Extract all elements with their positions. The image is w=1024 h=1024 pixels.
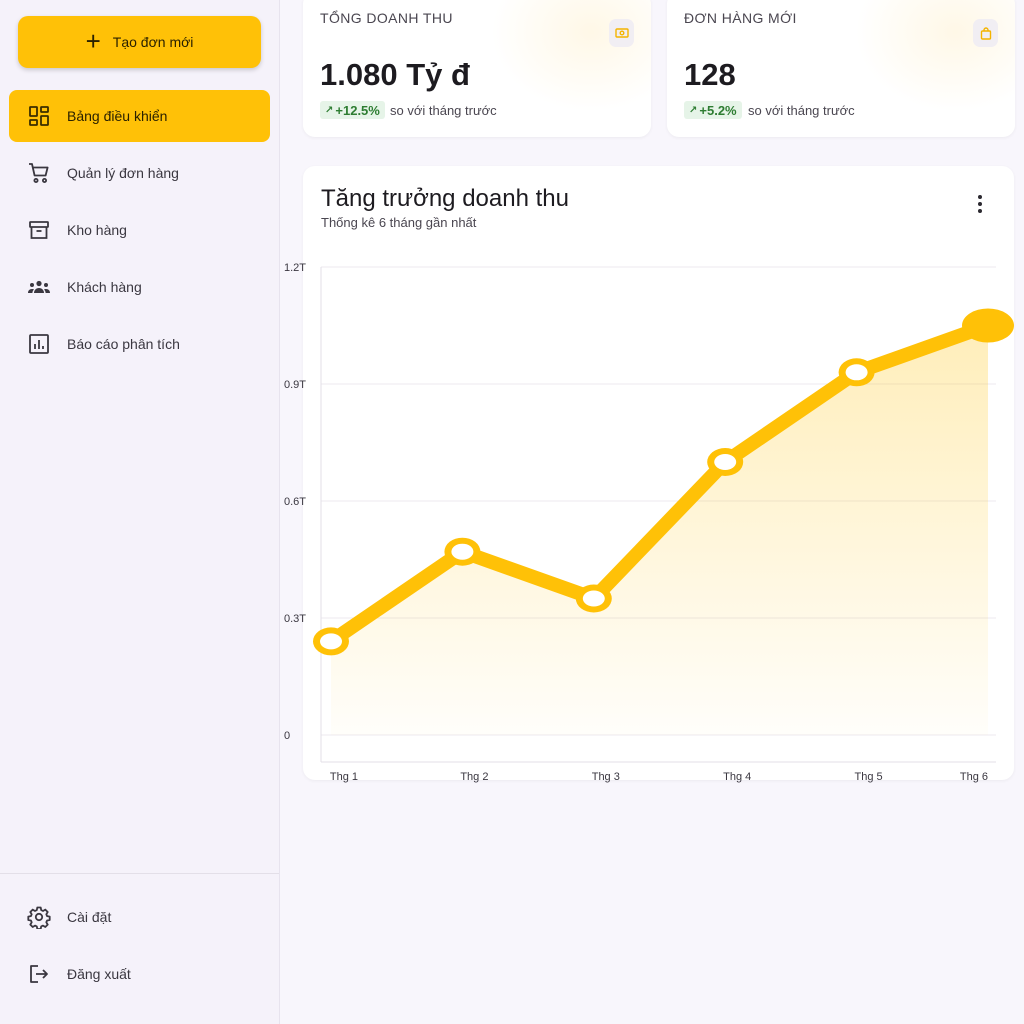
revenue-chart-card: Tăng trưởng doanh thu Thống kê 6 tháng g… <box>303 166 1014 780</box>
sidebar-item-label: Kho hàng <box>67 222 127 238</box>
sidebar-item-inventory[interactable]: Kho hàng <box>9 204 270 256</box>
stat-value: 128 <box>684 57 736 92</box>
sidebar-item-reports[interactable]: Báo cáo phân tích <box>9 318 270 370</box>
stat-card-revenue: TỔNG DOANH THU 1.080 Tỷ đ ↗ +12.5% so vớ… <box>303 0 651 137</box>
stat-label: ĐƠN HÀNG MỚI <box>684 10 797 26</box>
new-order-label: Tạo đơn mới <box>112 34 194 50</box>
sidebar-item-label: Cài đặt <box>67 909 112 925</box>
more-vert-icon[interactable] <box>968 192 992 216</box>
y-tick-label: 0 <box>284 730 290 742</box>
trending-up-icon: ↗ <box>325 104 334 116</box>
group-icon <box>28 280 50 293</box>
sidebar-item-settings[interactable]: Cài đặt <box>9 891 270 943</box>
chart-title: Tăng trưởng doanh thu <box>321 185 569 212</box>
sidebar-item-customers[interactable]: Khách hàng <box>9 261 270 313</box>
stat-note: so với tháng trước <box>390 103 497 118</box>
logout-icon <box>30 965 48 983</box>
sidebar-item-label: Bảng điều khiển <box>67 108 168 124</box>
cart-icon <box>29 163 49 183</box>
trending-up-icon: ↗ <box>689 104 698 116</box>
sidebar-item-orders[interactable]: Quản lý đơn hàng <box>9 147 270 199</box>
trend-badge: ↗ +12.5% <box>320 101 385 119</box>
archive-icon <box>29 221 49 239</box>
gear-icon <box>27 906 51 929</box>
sidebar-item-label: Quản lý đơn hàng <box>67 165 179 181</box>
sidebar-item-label: Báo cáo phân tích <box>67 336 180 352</box>
stat-card-new-orders: ĐƠN HÀNG MỚI 128 ↗ +5.2% so với tháng tr… <box>667 0 1015 137</box>
stat-value: 1.080 Tỷ đ <box>320 57 470 92</box>
dashboard-icon <box>29 106 49 126</box>
cash-icon <box>609 19 634 47</box>
trend-badge: ↗ +5.2% <box>684 101 742 119</box>
sidebar-item-logout[interactable]: Đăng xuất <box>9 948 270 1000</box>
new-order-button[interactable]: + Tạo đơn mới <box>18 16 261 68</box>
stat-label: TỔNG DOANH THU <box>320 10 453 26</box>
sidebar-item-label: Đăng xuất <box>67 966 131 982</box>
sidebar-item-dashboard[interactable]: Bảng điều khiển <box>9 90 270 142</box>
chart-subtitle: Thống kê 6 tháng gần nhất <box>321 215 477 230</box>
plus-icon: + <box>85 25 101 56</box>
sidebar: + Tạo đơn mới Bảng điều khiển Quản lý đơ… <box>0 0 280 1024</box>
stat-note: so với tháng trước <box>748 103 855 118</box>
analytics-icon <box>29 334 49 354</box>
shopping-bag-icon <box>973 19 998 47</box>
sidebar-divider <box>0 873 279 874</box>
sidebar-item-label: Khách hàng <box>67 279 142 295</box>
